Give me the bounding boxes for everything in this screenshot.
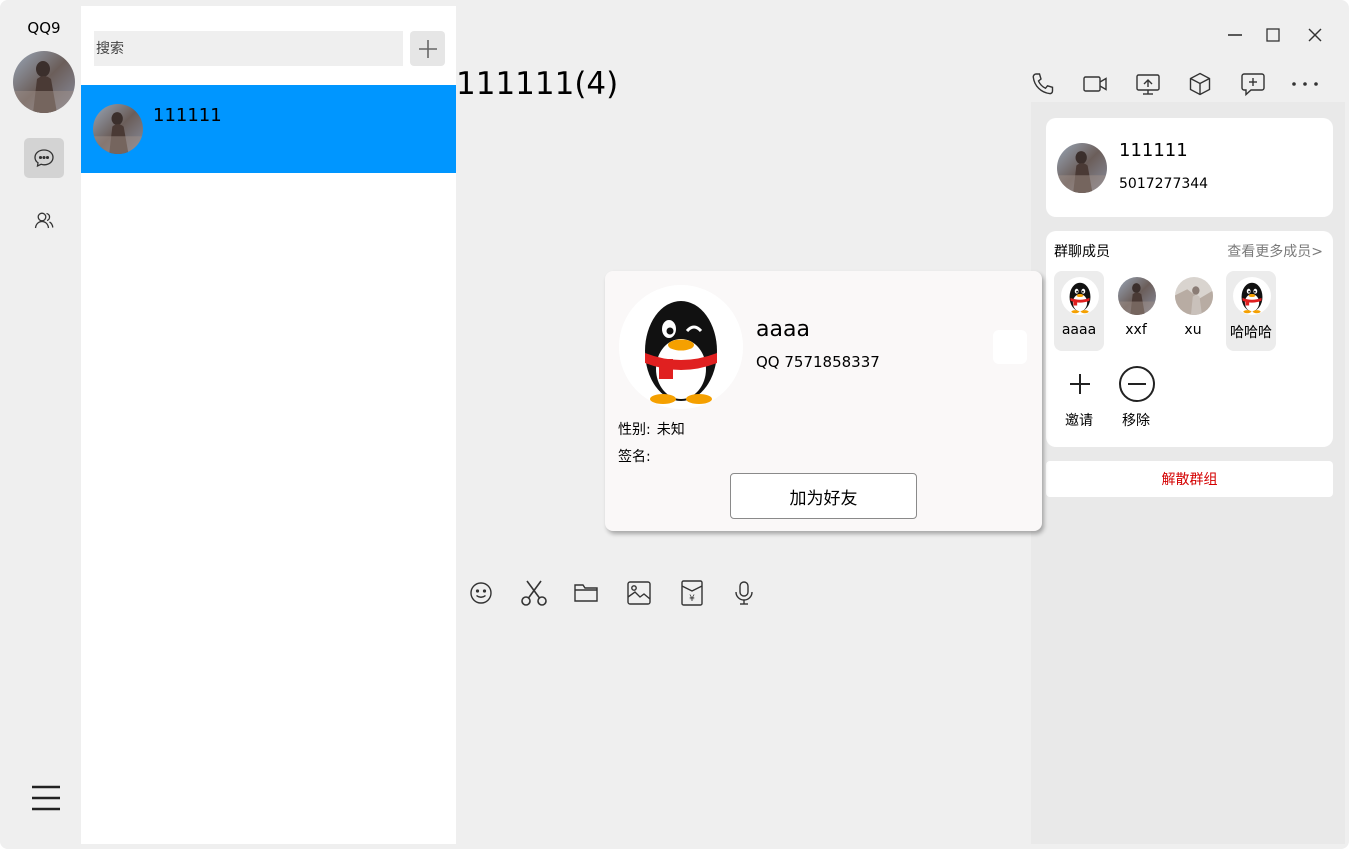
minimize-button[interactable] [1224,24,1246,46]
signature-label: 签名: [618,449,651,465]
gender-value: 未知 [656,422,685,438]
invite-member-button[interactable]: 邀请 [1054,365,1104,430]
member-avatar [1118,277,1156,315]
plus-icon [418,39,437,58]
chat-add-icon [1241,73,1265,97]
member-avatar [1175,277,1213,315]
member-name: aaaa [1061,322,1097,338]
maximize-icon [1266,28,1280,42]
dissolve-group-button[interactable]: 解散群组 [1046,461,1333,497]
penguin-icon [1061,277,1099,315]
close-button[interactable] [1304,24,1326,46]
group-avatar [1057,143,1107,193]
cube-icon [1189,72,1211,96]
plus-icon [1070,374,1090,394]
members-title: 群聊成员 [1054,244,1110,260]
penguin-icon [1233,277,1271,315]
member-name: 哈哈哈 [1230,325,1272,341]
red-packet-button[interactable]: ¥ [678,579,706,607]
profile-action-box[interactable] [993,330,1027,364]
more-options-button[interactable] [1291,70,1319,98]
group-header-card[interactable]: 111111 5017277344 [1046,118,1333,217]
scissors-icon [521,580,547,606]
apps-button[interactable] [1186,70,1214,98]
gender-label: 性别: [618,422,651,438]
screenshot-button[interactable] [520,579,548,607]
user-avatar[interactable] [13,51,75,113]
minimize-icon [1228,34,1242,36]
more-dots-icon [1292,82,1318,86]
contacts-icon [34,212,54,229]
video-camera-icon [1083,76,1107,92]
red-packet-icon: ¥ [681,580,703,606]
screen-share-button[interactable] [1134,70,1162,98]
maximize-button[interactable] [1262,24,1284,46]
profile-qq-number: QQ 7571858337 [756,353,880,371]
profile-name: aaaa [756,317,810,342]
conversation-list-pane: 111111 [81,6,456,844]
member-avatar [1233,277,1271,315]
folder-icon [574,584,598,602]
member-name: xu [1184,322,1202,338]
phone-icon [1032,73,1054,95]
gender-row: 性别: 未知 [618,419,685,439]
main-menu-button[interactable] [28,780,64,816]
conversation-avatar [93,104,143,154]
member-avatar [1061,277,1099,315]
member-xu[interactable]: xu [1168,271,1218,351]
file-button[interactable] [572,579,600,607]
invite-label: 邀请 [1065,413,1093,429]
nav-rail: QQ9 [0,0,81,849]
signature-row: 签名: [618,446,657,466]
conversation-name: 111111 [153,105,222,126]
chat-title: 111111(4) [456,66,619,102]
member-hahaha[interactable]: 哈哈哈 [1226,271,1276,351]
add-button[interactable] [410,31,445,66]
group-info-panel: 111111 5017277344 群聊成员 查看更多成员> aaaa xxf … [1031,102,1345,844]
remove-member-button[interactable]: 移除 [1111,365,1161,430]
add-friend-button[interactable]: 加为好友 [730,473,917,519]
svg-text:¥: ¥ [689,594,695,604]
nav-contacts-button[interactable] [24,200,64,240]
microphone-icon [735,581,753,605]
search-input[interactable] [94,31,403,66]
hamburger-menu-icon [32,785,60,811]
conversation-item[interactable]: 111111 [81,85,456,173]
remove-label: 移除 [1122,413,1150,429]
voice-call-button[interactable] [1029,70,1057,98]
member-name: xxf [1125,322,1147,338]
group-members-card: 群聊成员 查看更多成员> aaaa xxf xu 哈哈哈 邀请 移除 [1046,231,1333,447]
group-number: 5017277344 [1119,176,1209,192]
screen-share-icon [1136,74,1160,95]
emoji-button[interactable] [467,579,495,607]
group-name: 111111 [1119,140,1188,161]
voice-message-button[interactable] [730,579,758,607]
profile-avatar [619,285,743,409]
emoji-icon [470,582,492,604]
image-icon [627,581,651,605]
close-icon [1308,28,1322,42]
penguin-icon [619,285,743,409]
qq-main-window: QQ9 搜索 111111 111111(4) ¥ 111111 5017277… [0,0,1349,849]
video-call-button[interactable] [1081,70,1109,98]
nav-messages-button[interactable] [24,138,64,178]
member-xxf[interactable]: xxf [1111,271,1161,351]
chat-bubble-icon [34,149,54,168]
minus-circle-icon [1119,366,1155,402]
member-aaaa[interactable]: aaaa [1054,271,1104,351]
profile-popup: aaaa QQ 7571858337 性别: 未知 签名: 加为好友 [605,271,1042,531]
add-members-button[interactable] [1239,70,1267,98]
app-name: QQ9 [27,19,61,37]
image-button[interactable] [625,579,653,607]
more-members-link[interactable]: 查看更多成员> [1227,241,1323,261]
